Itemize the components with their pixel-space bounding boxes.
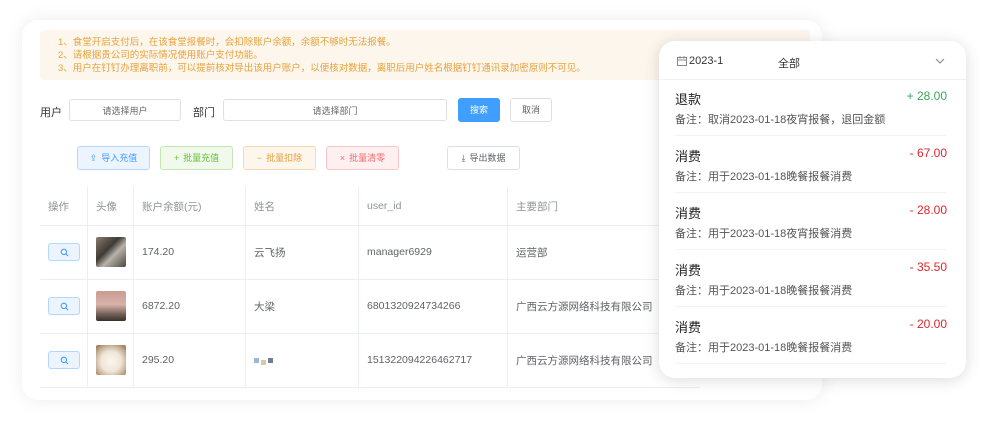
balance-cell: 295.20 [134,333,246,387]
record-amount: + 28.00 [906,89,947,103]
batch-deduct-label: 批量扣除 [266,153,303,163]
record-amount: - 35.50 [909,260,947,274]
user-id-cell: manager6929 [359,225,508,279]
record-amount: - 28.00 [909,203,947,217]
balance-cell: 6872.20 [134,279,246,333]
search-button[interactable]: 搜索 [458,98,500,122]
search-icon [60,302,68,310]
export-data-label: 导出数据 [469,153,506,163]
header-user-id: user_id [359,187,508,225]
avatar [96,291,126,321]
type-filter-select[interactable]: 全部 [778,55,800,71]
action-cell [40,279,88,333]
import-recharge-label: 导入充值 [101,153,138,163]
record-type: 消费 [675,263,702,278]
export-data-button[interactable]: ⤓ 导出数据 [447,146,520,170]
record-amount: - 20.00 [909,317,947,331]
calendar-icon [677,56,687,66]
record-type: 消费 [675,206,702,221]
transaction-record: 消费 - 35.50 备注：用于2023-01-18晚餐报餐消费 [675,260,947,307]
view-button[interactable] [48,351,80,369]
upload-icon: ⇪ [89,153,98,163]
transaction-popup: 2023-1 全部 退款 + 28.00 备注：取消2023-01-18夜宵报餐… [659,41,966,378]
record-note: 备注：取消2023-01-18夜宵报餐，退回金额 [675,114,886,126]
table-header: 操作 头像 账户余额(元) 姓名 user_id 主要部门 [40,187,700,226]
header-avatar: 头像 [88,187,134,225]
avatar [96,237,126,267]
name-cell [246,333,359,387]
import-recharge-button[interactable]: ⇪ 导入充值 [77,146,150,170]
batch-recharge-label: 批量充值 [183,153,220,163]
avatar [96,345,126,375]
record-type: 退款 [675,92,702,107]
header-action: 操作 [40,187,88,225]
masked-name-block [261,359,266,365]
transaction-record: 消费 - 20.00 备注：用于2023-01-18晚餐报餐消费 [675,317,947,364]
record-type: 消费 [675,320,702,335]
view-button[interactable] [48,297,80,315]
minus-icon: − [256,153,263,163]
avatar-cell [88,279,134,333]
view-button[interactable] [48,243,80,261]
name-cell: 大梁 [246,279,359,333]
plus-icon: + [173,153,180,163]
avatar-cell [88,225,134,279]
record-note: 备注：用于2023-01-18晚餐报餐消费 [675,285,853,297]
header-name: 姓名 [246,187,359,225]
avatar-cell [88,333,134,387]
record-amount: - 67.00 [909,146,947,160]
dept-select[interactable]: 请选择部门 [223,99,447,121]
name-cell: 云飞扬 [246,225,359,279]
search-icon [60,248,68,256]
transaction-record: 退款 + 28.00 备注：取消2023-01-18夜宵报餐，退回金额 [675,89,947,136]
action-cell [40,333,88,387]
record-note: 备注：用于2023-01-18夜宵报餐消费 [675,228,853,240]
user-select[interactable]: 请选择用户 [69,99,181,121]
close-icon: × [339,153,346,163]
chevron-down-icon[interactable] [935,58,945,64]
user-id-cell: 151322094226462717 [359,333,508,387]
table-row: 295.20 151322094226462717 广西云方源网络科技有限公司 [40,333,700,388]
user-id-cell: 6801320924734266 [359,279,508,333]
action-cell [40,225,88,279]
batch-deduct-button[interactable]: − 批量扣除 [243,146,316,170]
table-row: 6872.20 大梁 6801320924734266 广西云方源网络科技有限公… [40,279,700,334]
dept-filter-label: 部门 [193,107,215,119]
record-note: 备注：用于2023-01-18晚餐报餐消费 [675,342,853,354]
popup-header: 2023-1 全部 [659,41,966,80]
month-picker[interactable]: 2023-1 [689,55,723,67]
batch-clear-button[interactable]: × 批量清零 [326,146,399,170]
record-type: 消费 [675,149,702,164]
masked-name-block [254,357,259,363]
search-icon [60,356,68,364]
transaction-record: 消费 - 28.00 备注：用于2023-01-18夜宵报餐消费 [675,203,947,250]
record-note: 备注：用于2023-01-18晚餐报餐消费 [675,171,853,183]
table-row: 174.20 云飞扬 manager6929 运营部 [40,225,700,280]
header-balance: 账户余额(元) [134,187,246,225]
balance-cell: 174.20 [134,225,246,279]
user-filter-label: 用户 [40,107,62,119]
batch-recharge-button[interactable]: + 批量充值 [160,146,233,170]
batch-clear-label: 批量清零 [349,153,386,163]
transaction-record: 消费 - 67.00 备注：用于2023-01-18晚餐报餐消费 [675,146,947,193]
cancel-button[interactable]: 取消 [510,98,552,122]
download-icon: ⤓ [461,153,466,163]
masked-name-block [268,357,273,363]
